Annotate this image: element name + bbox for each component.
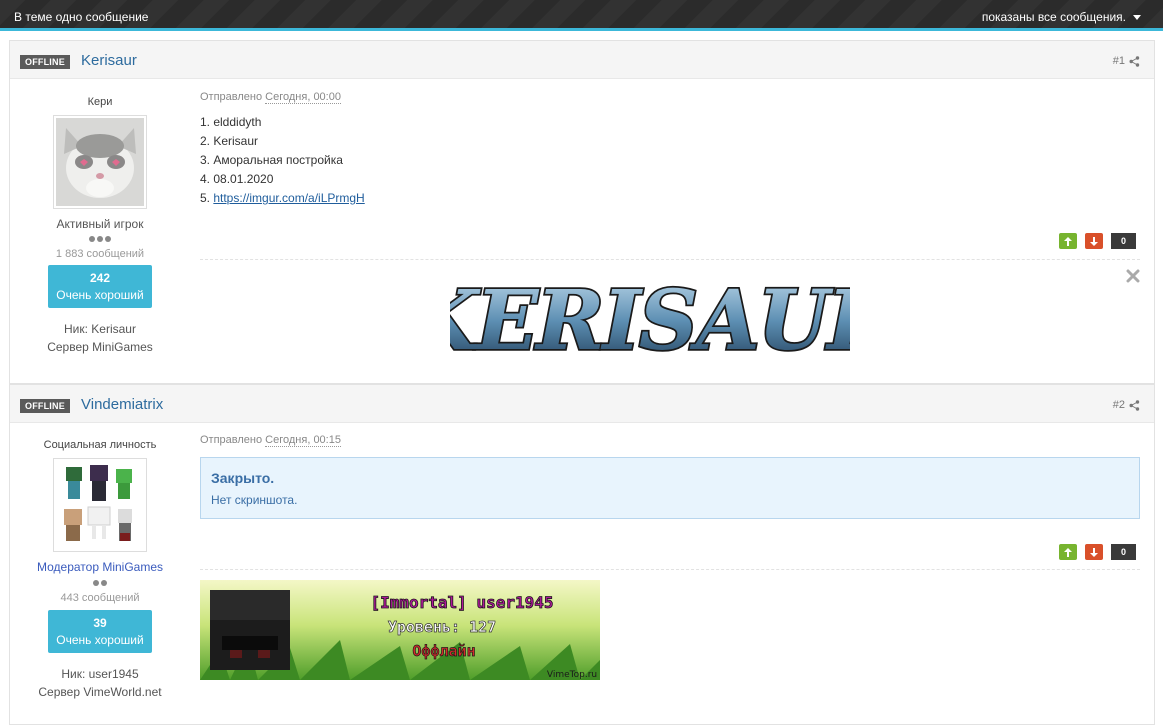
vote-count: 0 — [1111, 233, 1136, 249]
user-title: Кери — [87, 96, 113, 108]
list-item: 2. Kerisaur — [200, 134, 259, 148]
nick-field: Ник: user1945 — [61, 667, 139, 681]
rank-pips — [10, 580, 190, 586]
vote-controls: 0 — [1059, 233, 1136, 249]
reputation-badge[interactable]: 39 Очень хороший — [48, 610, 152, 653]
closed-notice: Закрыто. Нет скриншота. — [200, 457, 1140, 519]
closed-subtitle: Нет скриншота. — [211, 493, 298, 507]
vote-count: 0 — [1111, 544, 1136, 560]
posts-count: 443 сообщений — [60, 592, 140, 604]
post-content: Отправлено Сегодня, 00:00 1. elddidyth 2… — [200, 91, 1140, 381]
show-posts-filter[interactable]: показаны все сообщения. — [982, 10, 1141, 24]
banner-footer: VimeTop.ru — [547, 670, 597, 680]
user-info: Кери Активный игрок 1 883 сообщений 242 — [10, 96, 190, 354]
post-number-link[interactable]: #1 — [1113, 55, 1140, 67]
post-number: #1 — [1112, 55, 1125, 67]
arrow-down-icon — [1090, 547, 1098, 557]
user-group: Активный игрок — [56, 217, 144, 231]
avatar[interactable] — [53, 115, 147, 209]
post-header: OFFLINE Vindemiatrix #2 — [10, 385, 1154, 423]
downvote-button[interactable] — [1085, 544, 1103, 560]
topic-message-count: В теме одно сообщение — [14, 10, 149, 24]
post-number: #2 — [1112, 399, 1125, 411]
post-1: OFFLINE Kerisaur #1 Кери Активный игрок … — [9, 40, 1155, 384]
post-number-link[interactable]: #2 — [1113, 399, 1140, 411]
share-icon — [1129, 399, 1140, 411]
share-icon — [1129, 55, 1140, 67]
post-content: Отправлено Сегодня, 00:15 Закрыто. Нет с… — [200, 434, 1140, 724]
vimetop-signature-banner: [Immortal] user1945 Уровень: 127 Оффлайн… — [200, 580, 600, 680]
post-date: Сегодня, 00:00 — [265, 91, 341, 104]
vote-controls: 0 — [1059, 544, 1136, 560]
list-item: 4. 08.01.2020 — [200, 172, 274, 186]
list-item: 5. https://imgur.com/a/iLPrmgH — [200, 191, 365, 205]
user-info: Социальная личность Модератор MiniGames … — [10, 439, 190, 699]
close-icon[interactable] — [1126, 269, 1140, 283]
signature-divider — [200, 569, 1140, 570]
post-header: OFFLINE Kerisaur #1 — [10, 41, 1154, 79]
cat-avatar-image — [56, 118, 144, 206]
user-title: Социальная личность — [43, 439, 157, 451]
posts-count: 1 883 сообщений — [55, 248, 145, 260]
reputation-label: Очень хороший — [56, 633, 144, 647]
arrow-up-icon — [1064, 236, 1072, 246]
closed-title: Закрыто. — [211, 470, 275, 486]
banner-status: Оффлайн — [412, 642, 475, 660]
server-field: Сервер VimeWorld.net — [38, 685, 162, 699]
user-group[interactable]: Модератор MiniGames — [10, 560, 190, 574]
reputation-label: Очень хороший — [56, 288, 144, 302]
reputation-badge[interactable]: 242 Очень хороший — [48, 265, 152, 308]
reputation-value: 39 — [93, 616, 107, 630]
arrow-up-icon — [1064, 547, 1072, 557]
nick-field: Ник: Kerisaur — [64, 322, 136, 336]
list-item: 3. Аморальная постройка — [200, 153, 343, 167]
signature-logo-text: KERISAUR — [450, 273, 850, 369]
rank-pips — [10, 236, 190, 242]
minecraft-mobs-avatar-image — [56, 461, 144, 549]
status-badge: OFFLINE — [20, 55, 70, 69]
server-field: Сервер MiniGames — [47, 340, 153, 354]
banner-level: Уровень: 127 — [388, 618, 496, 636]
avatar[interactable] — [53, 458, 147, 552]
chevron-down-icon — [1133, 14, 1141, 20]
post-meta: Отправлено Сегодня, 00:15 — [200, 434, 1140, 447]
post-2: OFFLINE Vindemiatrix #2 Социальная лично… — [9, 384, 1155, 725]
show-posts-filter-label: показаны все сообщения. — [981, 10, 1126, 24]
author-name-link[interactable]: Kerisaur — [81, 52, 137, 69]
kerisaur-signature-logo: KERISAUR — [450, 271, 850, 371]
signature-divider — [200, 259, 1140, 260]
sent-label: Отправлено — [200, 91, 263, 103]
upvote-button[interactable] — [1059, 233, 1077, 249]
sent-label: Отправлено — [200, 434, 263, 446]
arrow-down-icon — [1090, 236, 1098, 246]
reputation-value: 242 — [89, 271, 111, 285]
post-date: Сегодня, 00:15 — [265, 434, 341, 447]
status-badge: OFFLINE — [20, 399, 70, 413]
upvote-button[interactable] — [1059, 544, 1077, 560]
post-body: 1. elddidyth 2. Kerisaur 3. Аморальная п… — [200, 113, 1140, 208]
list-item: 1. elddidyth — [200, 115, 262, 129]
imgur-link[interactable]: https://imgur.com/a/iLPrmgH — [213, 191, 364, 205]
banner-player-name: [Immortal] user1945 — [370, 593, 553, 612]
post-meta: Отправлено Сегодня, 00:00 — [200, 91, 1140, 104]
topic-info-bar: В теме одно сообщение показаны все сообщ… — [0, 0, 1163, 31]
downvote-button[interactable] — [1085, 233, 1103, 249]
author-name-link[interactable]: Vindemiatrix — [81, 396, 163, 413]
